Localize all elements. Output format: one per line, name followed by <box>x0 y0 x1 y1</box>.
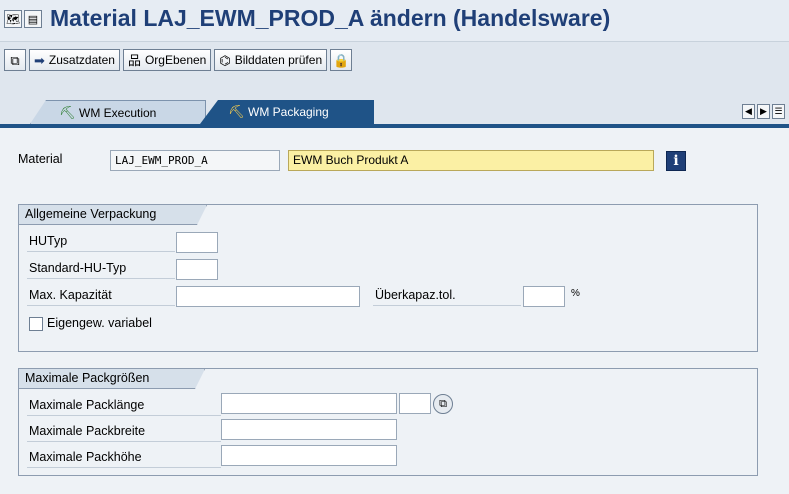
material-description-field[interactable]: EWM Buch Produkt A <box>288 150 654 171</box>
row-underline <box>27 441 221 442</box>
row-underline <box>27 467 221 468</box>
maximale-packlaenge-label: Maximale Packlänge <box>29 398 145 412</box>
maximale-packhoehe-label: Maximale Packhöhe <box>29 450 142 464</box>
bilddaten-pruefen-label: Bilddaten prüfen <box>234 53 323 67</box>
tab-label: WM Execution <box>79 105 157 120</box>
window-list-icon[interactable]: ▤ <box>24 10 42 28</box>
max-kapazitaet-label: Max. Kapazität <box>29 288 112 302</box>
maximale-packbreite-label: Maximale Packbreite <box>29 424 146 438</box>
lock-button[interactable]: 🔒 <box>330 49 353 71</box>
row-underline <box>373 305 521 306</box>
maximale-packlaenge-input[interactable] <box>221 393 397 414</box>
material-label: Material <box>18 152 63 166</box>
maximale-packhoehe-input[interactable] <box>221 445 397 466</box>
ueberkapaz-tol-label: Überkapaz.tol. <box>375 288 456 302</box>
material-field[interactable]: LAJ_EWM_PROD_A <box>110 150 280 171</box>
hutyp-label: HUTyp <box>29 234 68 248</box>
max-kapazitaet-input[interactable] <box>176 286 360 307</box>
org-levels-icon: 品 <box>127 52 141 68</box>
zusatzdaten-button[interactable]: ➡ Zusatzdaten <box>29 49 120 71</box>
standard-hu-typ-label: Standard-HU-Typ <box>29 261 127 275</box>
check-screen-data-icon: ⌬ <box>219 52 231 68</box>
title-icons: 🗺 ▤ <box>4 10 42 28</box>
tab-list-icon[interactable]: ☰ <box>772 104 785 119</box>
eigengew-variabel-label: Eigengew. variabel <box>47 316 152 330</box>
bilddaten-pruefen-button[interactable]: ⌬ Bilddaten prüfen <box>214 49 328 71</box>
arrow-right-icon: ➡ <box>34 52 45 68</box>
orgebenen-button[interactable]: 品 OrgEbenen <box>122 49 212 71</box>
group-title: Allgemeine Verpackung <box>19 205 207 225</box>
allgemeine-verpackung-group: Allgemeine Verpackung HUTyp Standard-HU-… <box>18 204 758 352</box>
scroll-right-icon[interactable]: ▶ <box>757 104 770 119</box>
page-title: Material LAJ_EWM_PROD_A ändern (Handelsw… <box>50 5 611 31</box>
tools-icon: ⛏ <box>59 105 76 120</box>
tab-content: Material LAJ_EWM_PROD_A EWM Buch Produkt… <box>0 128 789 494</box>
tab-strip: ⛏ WM Execution ⛏ WM Packaging ◀ ▶ ☰ <box>0 90 789 128</box>
ueberkapaz-tol-input[interactable] <box>523 286 565 307</box>
tab-label: WM Packaging <box>248 105 329 119</box>
title-bar: 🗺 ▤ Material LAJ_EWM_PROD_A ändern (Hand… <box>0 0 789 42</box>
tools-icon: ⛏ <box>228 104 245 119</box>
hutyp-input[interactable] <box>176 232 218 253</box>
row-underline <box>27 305 175 306</box>
tab-scroll-controls: ◀ ▶ ☰ <box>742 104 785 119</box>
tab-wm-execution[interactable]: ⛏ WM Execution <box>30 100 206 124</box>
group-title: Maximale Packgrößen <box>19 369 205 389</box>
standard-hu-typ-input[interactable] <box>176 259 218 280</box>
tab-wm-packaging[interactable]: ⛏ WM Packaging <box>200 100 374 124</box>
packlaenge-unit-input[interactable] <box>399 393 431 414</box>
row-underline <box>27 251 175 252</box>
row-underline <box>27 278 175 279</box>
lock-icon: 🔒 <box>333 52 350 68</box>
maximale-packbreite-input[interactable] <box>221 419 397 440</box>
scroll-left-icon[interactable]: ◀ <box>742 104 755 119</box>
orgebenen-label: OrgEbenen <box>144 53 207 67</box>
application-toolbar: ⧉ ➡ Zusatzdaten 品 OrgEbenen ⌬ Bilddaten … <box>0 46 789 74</box>
other-views-button[interactable]: ⧉ <box>4 49 26 71</box>
zusatzdaten-label: Zusatzdaten <box>48 53 115 67</box>
maximale-packgroessen-group: Maximale Packgrößen Maximale Packlänge ⧉… <box>18 368 758 476</box>
row-underline <box>27 415 221 416</box>
eigengew-variabel-checkbox[interactable] <box>29 317 43 331</box>
info-icon[interactable]: i <box>666 151 686 171</box>
percent-unit: % <box>571 288 580 299</box>
system-menu-icon[interactable]: 🗺 <box>4 10 22 28</box>
value-help-icon[interactable]: ⧉ <box>433 394 453 414</box>
other-views-icon: ⧉ <box>10 52 20 68</box>
